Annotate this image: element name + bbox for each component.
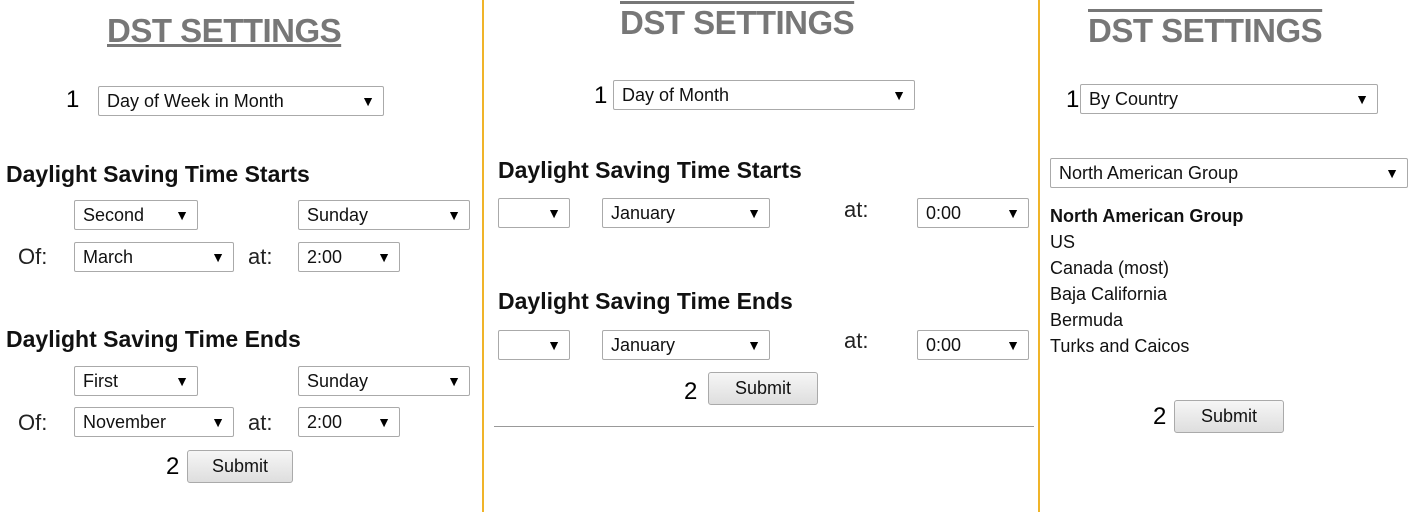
starts-day-select[interactable]: Sunday ▼ [298, 200, 470, 230]
ends-month-select[interactable]: November ▼ [74, 407, 234, 437]
ends-heading: Daylight Saving Time Ends [6, 326, 301, 352]
chevron-down-icon: ▼ [211, 414, 225, 430]
starts-heading: Daylight Saving Time Starts [6, 161, 310, 187]
chevron-down-icon: ▼ [547, 337, 561, 353]
dst-mode-select[interactable]: By Country ▼ [1080, 84, 1378, 114]
of-label: Of: [18, 410, 48, 435]
dst-mode-select[interactable]: Day of Week in Month ▼ [98, 86, 384, 116]
ends-day-select[interactable]: Sunday ▼ [298, 366, 470, 396]
chevron-down-icon: ▼ [447, 207, 461, 223]
country-group-heading: North American Group [1050, 206, 1244, 226]
list-item: Turks and Caicos [1050, 336, 1190, 356]
page-title: DST SETTINGS [1088, 12, 1323, 49]
chevron-down-icon: ▼ [175, 207, 189, 223]
step-number-2: 2 [166, 453, 180, 480]
step-number-1: 1 [66, 86, 80, 113]
at-label: at: [248, 410, 273, 435]
submit-button[interactable]: Submit [187, 450, 293, 483]
submit-button[interactable]: Submit [1174, 400, 1284, 433]
chevron-down-icon: ▼ [175, 373, 189, 389]
dst-mode-select[interactable]: Day of Month ▼ [613, 80, 915, 110]
ends-time-select[interactable]: 2:00 ▼ [298, 407, 400, 437]
step-number-2: 2 [1153, 403, 1167, 430]
page-title: DST SETTINGS [107, 12, 342, 49]
chevron-down-icon: ▼ [892, 87, 906, 103]
chevron-down-icon: ▼ [1006, 337, 1020, 353]
at-label: at: [248, 244, 273, 269]
country-group-select[interactable]: North American Group ▼ [1050, 158, 1408, 188]
of-label: Of: [18, 244, 48, 269]
ends-week-select[interactable]: First ▼ [74, 366, 198, 396]
chevron-down-icon: ▼ [211, 249, 225, 265]
chevron-down-icon: ▼ [1355, 91, 1369, 107]
submit-button[interactable]: Submit [708, 372, 818, 405]
chevron-down-icon: ▼ [747, 337, 761, 353]
ends-day-select[interactable]: ▼ [498, 330, 570, 360]
page-title: DST SETTINGS [620, 4, 855, 41]
step-number-2: 2 [684, 378, 698, 405]
ends-time-select[interactable]: 0:00 ▼ [917, 330, 1029, 360]
section-divider [494, 426, 1034, 427]
starts-time-select[interactable]: 2:00 ▼ [298, 242, 400, 272]
country-list: North American Group US Canada (most) Ba… [1050, 203, 1243, 359]
chevron-down-icon: ▼ [1006, 205, 1020, 221]
chevron-down-icon: ▼ [377, 414, 391, 430]
chevron-down-icon: ▼ [447, 373, 461, 389]
ends-heading: Daylight Saving Time Ends [498, 288, 793, 314]
starts-time-select[interactable]: 0:00 ▼ [917, 198, 1029, 228]
step-number-1: 1 [594, 82, 608, 109]
step-number-1: 1 [1066, 86, 1080, 113]
starts-day-select[interactable]: ▼ [498, 198, 570, 228]
at-label: at: [844, 328, 869, 353]
chevron-down-icon: ▼ [747, 205, 761, 221]
panel-divider-left [482, 0, 484, 512]
starts-month-select[interactable]: January ▼ [602, 198, 770, 228]
panel-divider-right [1038, 0, 1040, 512]
ends-month-select[interactable]: January ▼ [602, 330, 770, 360]
list-item: Baja California [1050, 284, 1168, 304]
chevron-down-icon: ▼ [547, 205, 561, 221]
list-item: US [1050, 232, 1076, 252]
at-label: at: [844, 197, 869, 222]
starts-month-select[interactable]: March ▼ [74, 242, 234, 272]
starts-week-select[interactable]: Second ▼ [74, 200, 198, 230]
chevron-down-icon: ▼ [361, 93, 375, 109]
list-item: Canada (most) [1050, 258, 1170, 278]
list-item: Bermuda [1050, 310, 1124, 330]
chevron-down-icon: ▼ [377, 249, 391, 265]
chevron-down-icon: ▼ [1385, 165, 1399, 181]
starts-heading: Daylight Saving Time Starts [498, 157, 802, 183]
